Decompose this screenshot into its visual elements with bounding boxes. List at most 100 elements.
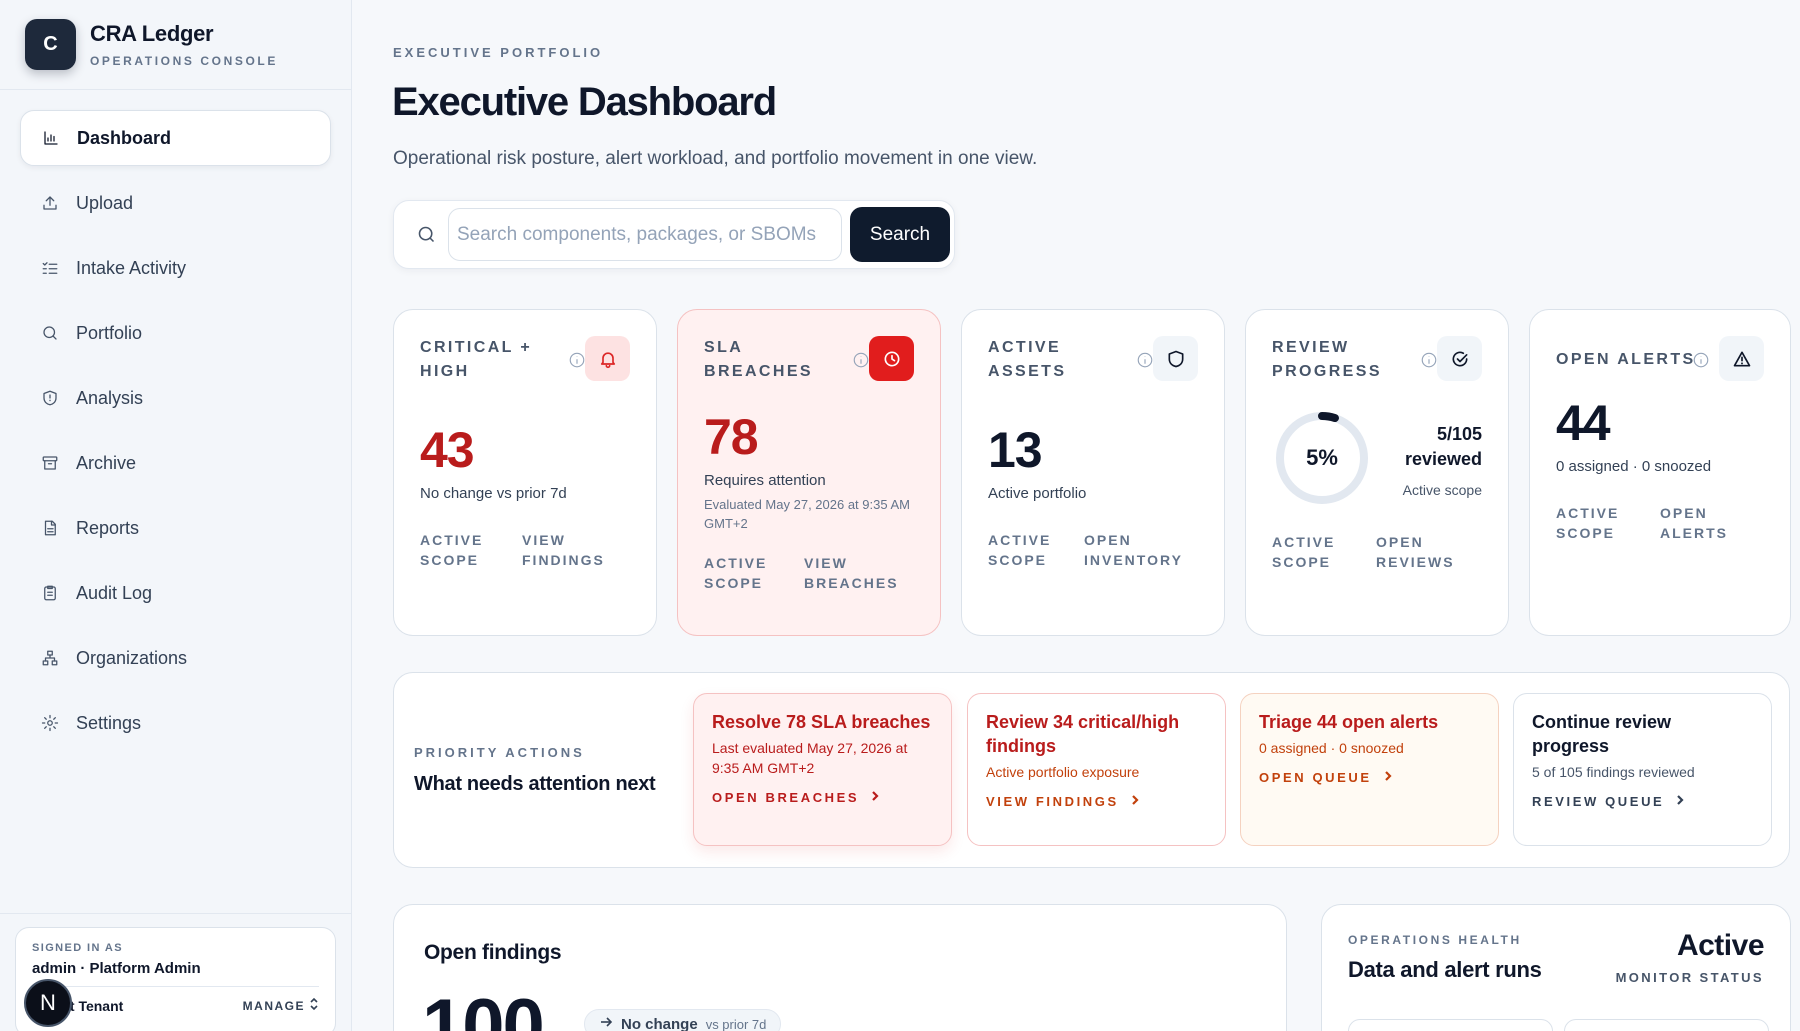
shield-icon <box>40 388 60 408</box>
operations-subcard <box>1348 1019 1553 1031</box>
active-scope-link[interactable]: ACTIVE SCOPE <box>420 530 490 570</box>
kpi-subtext: Active portfolio <box>988 485 1087 502</box>
active-scope-link[interactable]: ACTIVE SCOPE <box>988 530 1052 570</box>
sidebar-item-label: Organizations <box>76 647 188 668</box>
search-icon <box>40 323 60 343</box>
operations-health-panel: OPERATIONS HEALTH Data and alert runs Ac… <box>1321 904 1791 1031</box>
search-icon <box>416 224 437 250</box>
kpi-label: ACTIVE ASSETS <box>988 339 1067 380</box>
view-breaches-link[interactable]: VIEW BREACHES <box>804 553 904 593</box>
action-title: Triage 44 open alerts <box>1259 712 1439 732</box>
kpi-subtext: Requires attention <box>704 472 826 489</box>
kpi-label: REVIEW PROGRESS <box>1272 339 1382 380</box>
search-input[interactable] <box>448 208 842 261</box>
chevron-right-icon <box>1129 794 1141 809</box>
kpi-open-alerts: OPEN ALERTS 44 0 assigned · 0 snoozed AC… <box>1529 309 1791 636</box>
sidebar-item-reports[interactable]: Reports <box>20 500 331 556</box>
chevron-right-icon <box>1674 794 1686 809</box>
view-findings-link[interactable]: VIEW FINDINGS <box>986 794 1207 809</box>
search-button[interactable]: Search <box>850 207 950 262</box>
review-percent: 5% <box>1306 445 1338 470</box>
kpi-subtext: No change vs prior 7d <box>420 485 567 502</box>
brand-logo: C <box>25 19 76 70</box>
priority-eyebrow: PRIORITY ACTIONS <box>414 745 585 760</box>
action-title: Review 34 critical/high findings <box>986 712 1180 756</box>
action-subtext: Last evaluated May 27, 2026 at 9:35 AM G… <box>712 740 908 776</box>
sidebar-item-dashboard[interactable]: Dashboard <box>20 110 331 166</box>
open-reviews-link[interactable]: OPEN REVIEWS <box>1376 532 1466 572</box>
open-findings-value: 100 <box>422 984 545 1031</box>
sidebar-item-label: Reports <box>76 517 140 538</box>
sidebar-item-label: Analysis <box>76 387 144 408</box>
review-count: 5/105 <box>1436 424 1482 444</box>
sidebar-nav: Dashboard Upload Intake Activity Portfol… <box>0 90 351 751</box>
brand[interactable]: C CRA Ledger OPERATIONS CONSOLE <box>0 0 351 90</box>
sidebar-item-label: Archive <box>76 452 137 473</box>
open-inventory-link[interactable]: OPEN INVENTORY <box>1084 530 1184 570</box>
upload-icon <box>40 193 60 213</box>
active-scope-link[interactable]: ACTIVE SCOPE <box>1272 532 1344 572</box>
kpi-label: CRITICAL + HIGH <box>420 339 533 380</box>
open-alerts-link[interactable]: OPEN ALERTS <box>1660 503 1730 543</box>
operations-title: Data and alert runs <box>1348 957 1542 982</box>
sidebar-item-label: Dashboard <box>77 127 172 148</box>
sidebar-item-intake-activity[interactable]: Intake Activity <box>20 240 331 296</box>
trend-badge: No change vs prior 7d <box>584 1009 782 1031</box>
sidebar-item-label: Intake Activity <box>76 257 187 278</box>
kpi-evaluated-text: Evaluated May 27, 2026 at 9:35 AM GMT+2 <box>704 497 910 531</box>
priority-title: What needs attention next <box>414 773 656 795</box>
priority-actions: PRIORITY ACTIONS What needs attention ne… <box>393 672 1790 868</box>
active-scope-link[interactable]: ACTIVE SCOPE <box>1556 503 1628 543</box>
sidebar-item-audit-log[interactable]: Audit Log <box>20 565 331 621</box>
sidebar-item-label: Settings <box>76 712 142 733</box>
shield-icon <box>1153 336 1198 381</box>
open-queue-link[interactable]: OPEN QUEUE <box>1259 770 1480 785</box>
kpi-subtext: 0 assigned · 0 snoozed <box>1556 458 1712 475</box>
action-card-critical[interactable]: Review 34 critical/high findings Active … <box>967 693 1226 846</box>
sidebar-item-archive[interactable]: Archive <box>20 435 331 491</box>
dev-tools-badge[interactable]: N <box>24 979 72 1027</box>
kpi-value: 44 <box>1556 395 1611 451</box>
operations-eyebrow: OPERATIONS HEALTH <box>1348 933 1522 947</box>
active-scope-link[interactable]: ACTIVE SCOPE <box>704 553 772 593</box>
action-card-sla[interactable]: Resolve 78 SLA breaches Last evaluated M… <box>693 693 952 846</box>
action-title: Resolve 78 SLA breaches <box>712 712 931 732</box>
sidebar-item-label: Portfolio <box>76 322 143 343</box>
action-subtext: Active portfolio exposure <box>986 764 1140 780</box>
org-tree-icon <box>40 648 60 668</box>
kpi-sla-breaches: SLA BREACHES 78 Requires attention Evalu… <box>677 309 941 636</box>
sidebar-item-upload[interactable]: Upload <box>20 175 331 231</box>
chevron-right-icon <box>869 790 881 805</box>
page-eyebrow: EXECUTIVE PORTFOLIO <box>393 45 604 60</box>
action-card-alerts[interactable]: Triage 44 open alerts 0 assigned · 0 sno… <box>1240 693 1499 846</box>
info-icon[interactable] <box>568 351 586 369</box>
sidebar-item-analysis[interactable]: Analysis <box>20 370 331 426</box>
info-icon[interactable] <box>852 351 870 369</box>
info-icon[interactable] <box>1692 351 1710 369</box>
kpi-critical-high: CRITICAL + HIGH 43 No change vs prior 7d… <box>393 309 657 636</box>
brand-subtitle: OPERATIONS CONSOLE <box>90 54 278 68</box>
view-findings-link[interactable]: VIEW FINDINGS <box>522 530 612 570</box>
sidebar: C CRA Ledger OPERATIONS CONSOLE Dashboar… <box>0 0 352 1031</box>
action-card-review[interactable]: Continue review progress 5 of 105 findin… <box>1513 693 1772 846</box>
manage-tenant-button[interactable]: MANAGE <box>243 997 319 1014</box>
archive-icon <box>40 453 60 473</box>
document-icon <box>40 518 60 538</box>
sidebar-item-organizations[interactable]: Organizations <box>20 630 331 686</box>
review-progress-ring: 5% <box>1274 410 1370 506</box>
review-count-label: reviewed <box>1404 449 1482 469</box>
kpi-value: 13 <box>988 422 1043 478</box>
open-breaches-link[interactable]: OPEN BREACHES <box>712 790 933 805</box>
kpi-value: 43 <box>420 422 475 478</box>
search-bar: Search <box>393 200 955 269</box>
list-check-icon <box>40 258 60 278</box>
sidebar-item-settings[interactable]: Settings <box>20 695 331 751</box>
action-subtext: 0 assigned · 0 snoozed <box>1259 740 1404 756</box>
info-icon[interactable] <box>1136 351 1154 369</box>
info-icon[interactable] <box>1420 351 1438 369</box>
main-content: EXECUTIVE PORTFOLIO Executive Dashboard … <box>353 0 1800 1031</box>
sidebar-item-portfolio[interactable]: Portfolio <box>20 305 331 361</box>
page-title: Executive Dashboard <box>392 80 777 124</box>
kpi-value: 78 <box>704 409 759 465</box>
review-queue-link[interactable]: REVIEW QUEUE <box>1532 794 1753 809</box>
